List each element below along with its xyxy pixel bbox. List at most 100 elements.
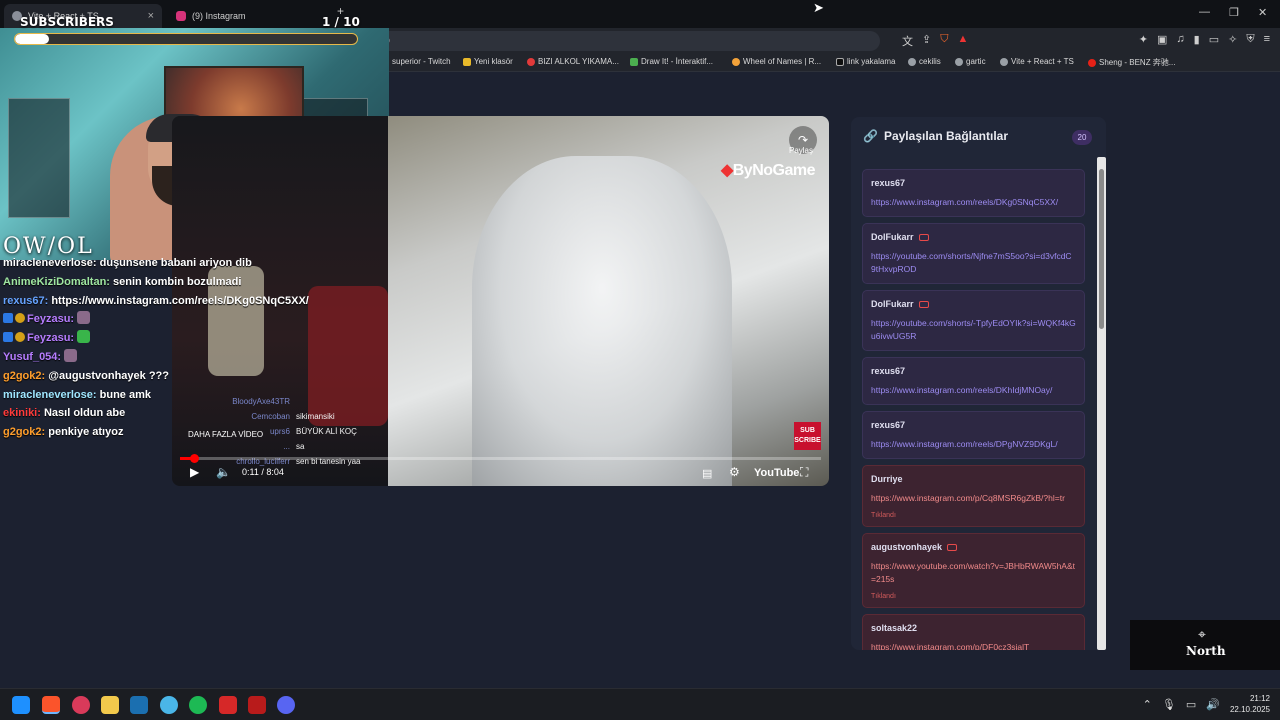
panel-title: Paylaşılan Bağlantılar — [883, 129, 1009, 143]
bookmark-item[interactable]: superior - Twitch — [392, 57, 451, 66]
subscribe-badge[interactable]: SUB SCRIBE — [794, 422, 821, 450]
sidebar-icon[interactable]: ▮ — [1194, 33, 1200, 46]
clock[interactable]: 21:12 22.10.2025 — [1230, 693, 1270, 715]
subscriber-goal-bar — [14, 33, 358, 45]
chat-username[interactable]: miracleneverlose: — [3, 389, 97, 401]
chat-username[interactable]: Feyzasu: — [27, 332, 74, 344]
extensions-icon[interactable]: ✦ — [1139, 33, 1148, 46]
link-author: soltasak22 — [871, 623, 918, 633]
translate-icon[interactable]: 文 — [902, 33, 913, 49]
link-url[interactable]: https://www.instagram.com/reels/DKg0SNqC… — [871, 196, 1076, 209]
chevron-up-icon[interactable]: ⌃ — [1143, 698, 1152, 711]
spotify-icon[interactable] — [189, 696, 207, 714]
network-icon[interactable]: ▭ — [1186, 698, 1196, 711]
leo-ai-icon[interactable]: ✧ — [1228, 33, 1237, 46]
share-page-icon[interactable]: ⇪ — [922, 33, 931, 49]
chat-text: senin kombin bozulmadi — [113, 275, 242, 288]
chat-username[interactable]: g2gok2: — [3, 426, 45, 438]
maximize-icon[interactable]: ❐ — [1229, 6, 1239, 19]
microphone-icon[interactable]: 🎙 — [1162, 698, 1176, 711]
link-url[interactable]: https://youtube.com/shorts/Njfne7mS5oo?s… — [871, 250, 1076, 276]
fullscreen-icon[interactable]: ⛶ — [800, 465, 808, 480]
link-url[interactable]: https://www.instagram.com/reels/DKhIdjMN… — [871, 384, 1076, 397]
scrollbar-thumb[interactable] — [1099, 169, 1104, 329]
chat-username[interactable]: rexus67: — [3, 295, 48, 307]
gift-badge-icon — [15, 313, 25, 324]
close-window-icon[interactable]: ✕ — [1258, 6, 1267, 19]
settings-gear-icon[interactable]: ⚙ — [729, 465, 740, 479]
bookmark-item[interactable]: Sheng - BENZ 奔驰... — [1088, 57, 1175, 68]
link-author: DolFukarr — [871, 232, 914, 242]
location-pin-icon[interactable] — [72, 696, 90, 714]
bookmark-item[interactable]: link yakalama — [836, 57, 895, 66]
close-tab-icon[interactable]: × — [148, 10, 154, 22]
bookmark-item[interactable]: Wheel of Names | R... — [732, 57, 821, 66]
app-icon[interactable] — [160, 696, 178, 714]
youtube-icon — [918, 233, 929, 241]
media-icon[interactable]: ♫ — [1176, 33, 1184, 46]
brave-shield-icon[interactable]: ⛉ — [940, 33, 948, 49]
scrubber-handle[interactable] — [190, 454, 199, 463]
menu-icon[interactable]: ≡ — [1264, 33, 1270, 46]
app-icon[interactable] — [219, 696, 237, 714]
brave-browser-icon[interactable] — [42, 696, 60, 714]
windows-start-icon[interactable] — [12, 696, 30, 714]
obs-icon[interactable] — [248, 696, 266, 714]
youtube-logo[interactable]: YouTube — [754, 467, 799, 479]
chat-username[interactable]: miracleneverlose: — [3, 257, 97, 269]
link-author: DolFukarr — [871, 299, 914, 309]
bookmark-item[interactable]: cekilis — [908, 57, 941, 66]
screenshot-icon[interactable]: ▣ — [1157, 33, 1167, 46]
chat-message: miracleneverlose: duşunsene babani ariyo… — [3, 254, 309, 273]
globe-icon — [1000, 57, 1008, 66]
bookmark-item[interactable]: Vite + React + TS — [1000, 57, 1074, 66]
chat-username[interactable]: Yusuf_054: — [3, 351, 61, 363]
video-progress-bar[interactable] — [180, 454, 821, 463]
bookmark-item[interactable]: BIZI ALKOL YIKAMA... — [527, 57, 619, 66]
link-card[interactable]: Durriye https://www.instagram.com/p/Cq8MS… — [862, 465, 1085, 527]
chat-username[interactable]: g2gok2: — [3, 370, 45, 382]
link-url[interactable]: https://www.instagram.com/reels/DPgNVZ9D… — [871, 438, 1076, 451]
link-card[interactable]: rexus67 https://www.instagram.com/reels/D… — [862, 357, 1085, 405]
volume-icon[interactable]: 🔈 — [216, 465, 231, 479]
tab-instagram[interactable]: (9) Instagram — [168, 4, 328, 28]
speaker-icon[interactable]: 🔊 — [1206, 698, 1220, 711]
subscribers-count: 1 / 10 — [322, 15, 360, 29]
chat-message: Yusuf_054: — [3, 348, 309, 367]
emote-icon — [64, 348, 78, 362]
links-scrollbar[interactable] — [1097, 157, 1106, 650]
minimize-icon[interactable]: — — [1199, 6, 1210, 18]
link-url[interactable]: https://www.youtube.com/watch?v=JBHbRWAW… — [871, 560, 1076, 586]
link-card[interactable]: rexus67 https://www.instagram.com/reels/D… — [862, 411, 1085, 459]
chat-username[interactable]: Feyzasu: — [27, 313, 74, 325]
play-icon[interactable]: ▶ — [190, 465, 199, 479]
bookmark-folder[interactable]: Yeni klasör — [463, 57, 513, 66]
instagram-icon — [176, 11, 186, 21]
file-explorer-icon[interactable] — [101, 696, 119, 714]
bookmark-item[interactable]: Draw It! - İnteraktif... — [630, 57, 713, 66]
link-card[interactable]: augustvonhayek https://www.youtube.com/wa… — [862, 533, 1085, 608]
vpn-icon[interactable]: ⛨ — [1246, 33, 1254, 46]
steam-icon[interactable] — [130, 696, 148, 714]
link-url[interactable]: https://www.instagram.com/p/Cq8MSR6gZkB/… — [871, 492, 1076, 505]
link-card[interactable]: DolFukarr https://youtube.com/shorts/Njfn… — [862, 223, 1085, 284]
brave-rewards-icon[interactable]: ▲ — [957, 33, 968, 49]
link-url[interactable]: https://youtube.com/shorts/-TpfyEdOYIk?s… — [871, 317, 1076, 343]
tab-strip: Vite + React + TS × (9) Instagram + — ❐ … — [0, 0, 1280, 28]
link-card[interactable]: soltasak22 https://www.instagram.com/p/DF… — [862, 614, 1085, 650]
chat-message: g2gok2: @augustvonhayek ??? — [3, 367, 309, 386]
chat-message: rexus67: https://www.instagram.com/reels… — [3, 292, 309, 311]
chat-username[interactable]: AnimeKiziDomaltan: — [3, 276, 110, 288]
subscriber-badge-icon — [3, 313, 13, 324]
link-card[interactable]: rexus67 https://www.instagram.com/reels/D… — [862, 169, 1085, 217]
bookmark-item[interactable]: gartic — [955, 57, 986, 66]
chat-username[interactable]: ekiniki: — [3, 407, 41, 419]
wallet-icon[interactable]: ▭ — [1209, 33, 1219, 46]
panel-header: 🔗 Paylaşılan Bağlantılar — [863, 129, 1008, 143]
video-controls: ▶ 🔈 0:11 / 8:04 ▤ ⚙ YouTube ⛶ — [172, 464, 829, 484]
chat-text: bune amk — [99, 388, 151, 401]
captions-icon[interactable]: ▤ — [702, 467, 712, 480]
link-card[interactable]: DolFukarr https://youtube.com/shorts/-Tpf… — [862, 290, 1085, 351]
discord-icon[interactable] — [277, 696, 295, 714]
link-url[interactable]: https://www.instagram.com/p/DF0cz3sialT — [871, 641, 1076, 650]
